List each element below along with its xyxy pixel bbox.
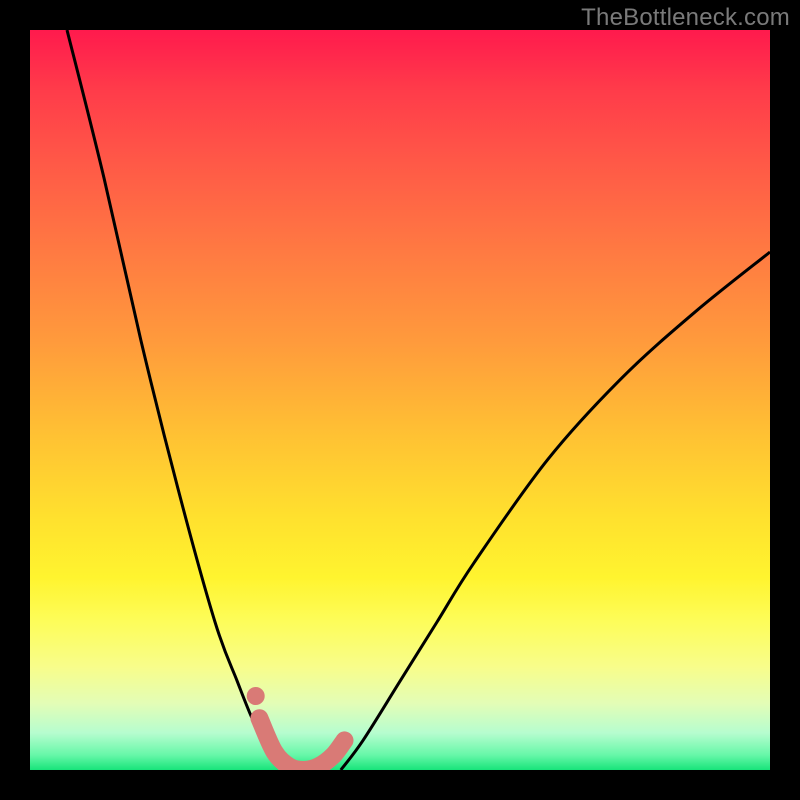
- plot-area: [30, 30, 770, 770]
- chart-frame: TheBottleneck.com: [0, 0, 800, 800]
- left-bottleneck-curve: [67, 30, 289, 770]
- right-bottleneck-curve: [341, 252, 770, 770]
- watermark-label: TheBottleneck.com: [581, 4, 790, 32]
- valley-highlight-curve: [259, 718, 344, 770]
- left-highlight-dot-icon: [247, 687, 265, 705]
- curve-layer: [30, 30, 770, 770]
